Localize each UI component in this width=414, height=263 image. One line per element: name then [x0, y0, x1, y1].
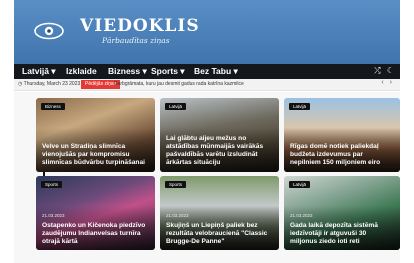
article-card[interactable]: Latvijā Lai glābtu aijeu mežus no atstād…: [160, 98, 279, 172]
nav-item-izklaide[interactable]: Izklaide: [66, 66, 97, 76]
category-badge[interactable]: Latvijā: [289, 181, 311, 188]
article-date: 21.03.2023: [290, 213, 313, 218]
category-badge[interactable]: Bizness: [41, 103, 65, 110]
category-badge[interactable]: Sports: [165, 181, 187, 188]
page-frame: VIEDOKLIS Pārbaudītas ziņas Latvijā ▾ Iz…: [14, 0, 400, 263]
category-badge[interactable]: Latvijā: [289, 103, 311, 110]
article-title[interactable]: Ostapenko un Kičenoka piedzīvo zaudējumu…: [42, 222, 149, 246]
nav-item-sports[interactable]: Sports ▾: [151, 66, 185, 77]
shuffle-icon[interactable]: ⤮: [374, 66, 380, 75]
nav-item-bez-tabu[interactable]: Bez Tabu ▾: [194, 66, 238, 77]
site-subtitle: Pārbaudītas ziņas: [102, 36, 170, 45]
article-card[interactable]: Sports 21.03.2023 Ostapenko un Kičenoka …: [36, 176, 155, 250]
article-title[interactable]: Skujiņš un Liepiņš paliek bez rezultāta …: [166, 222, 273, 246]
article-title[interactable]: Gada laikā depozīta sistēmā iedzīvotāji …: [290, 222, 394, 246]
current-date: ◷ Thursday, March 23 2023: [18, 81, 81, 87]
nav-item-bizness[interactable]: Bizness ▾: [108, 66, 147, 77]
article-title[interactable]: Velve un Stradiņa slimnīca vienojušās pa…: [42, 143, 149, 167]
chevron-right-icon[interactable]: ›: [390, 79, 392, 86]
article-card[interactable]: Bizness Velve un Stradiņa slimnīca vieno…: [36, 98, 155, 172]
site-header: VIEDOKLIS Pārbaudītas ziņas: [14, 0, 400, 64]
site-title[interactable]: VIEDOKLIS: [80, 16, 200, 36]
article-title[interactable]: Rīgas domē notiek paliekdaļ budžeta izde…: [290, 143, 394, 167]
main-nav: Latvijā ▾ Izklaide Bizness ▾ Sports ▾ Be…: [14, 64, 400, 79]
moon-icon[interactable]: ☾: [387, 66, 394, 75]
nav-actions: ⤮ ☾: [374, 66, 394, 76]
article-date: 21.03.2023: [166, 213, 189, 218]
chevron-left-icon[interactable]: ‹: [381, 79, 383, 86]
article-date: 21.03.2023: [42, 213, 65, 218]
ticker-nav: ‹ ›: [381, 79, 392, 86]
news-ticker: ◷ Thursday, March 23 2023 Pēdējās ziņas …: [14, 79, 400, 91]
eye-logo-icon: [34, 22, 64, 40]
category-badge[interactable]: Sports: [41, 181, 63, 188]
nav-item-latvija[interactable]: Latvijā ▾: [22, 66, 56, 77]
article-card[interactable]: Latvijā 21.03.2023 Gada laikā depozīta s…: [284, 176, 400, 250]
ticker-headline[interactable]: Darbgrāmata, kuru jau desmit gadus rada …: [114, 81, 244, 87]
category-badge[interactable]: Latvijā: [165, 103, 187, 110]
article-title[interactable]: Lai glābtu aijeu mežus no atstādības mūn…: [166, 135, 273, 167]
article-card[interactable]: Latvijā Rīgas domē notiek paliekdaļ budž…: [284, 98, 400, 172]
article-card[interactable]: Sports 21.03.2023 Skujiņš un Liepiņš pal…: [160, 176, 279, 250]
